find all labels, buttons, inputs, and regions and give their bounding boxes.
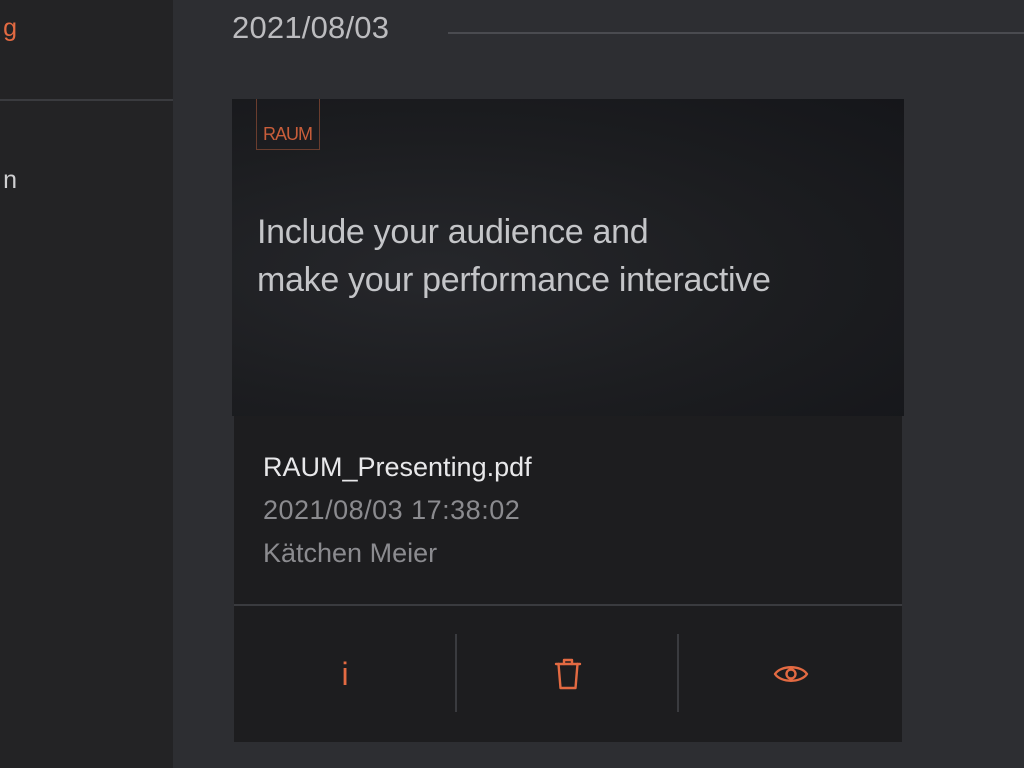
file-card: RAUM Include your audience and make your…: [232, 99, 904, 742]
file-uploader: Kätchen Meier: [263, 538, 438, 568]
thumbnail-text-line-1: Include your audience and: [257, 213, 649, 251]
sidebar-item-label: n: [3, 166, 17, 194]
file-info: RAUM_Presenting.pdf 2021/08/03 17:38:02 …: [234, 416, 902, 604]
raum-logo-text: RAUM: [263, 124, 313, 144]
delete-button[interactable]: [457, 606, 678, 742]
file-actions: i: [234, 606, 902, 742]
preview-button[interactable]: [679, 606, 902, 742]
sidebar-divider: [0, 99, 173, 101]
sidebar-item[interactable]: n: [0, 166, 173, 206]
date-group-header: 2021/08/03: [232, 10, 390, 45]
eye-icon: [773, 666, 808, 682]
info-button[interactable]: i: [234, 606, 456, 742]
sidebar-item-label: g: [3, 14, 17, 42]
file-datetime: 2021/08/03 17:38:02: [263, 495, 521, 525]
file-thumbnail[interactable]: RAUM Include your audience and make your…: [232, 99, 904, 416]
sidebar: g n: [0, 0, 173, 768]
info-icon: i: [341, 655, 349, 692]
date-header-rule: [448, 32, 1024, 34]
file-name: RAUM_Presenting.pdf: [263, 452, 532, 482]
thumbnail-text-line-2: make your performance interactive: [257, 261, 771, 299]
raum-logo: RAUM: [256, 99, 320, 150]
sidebar-item-active[interactable]: g: [0, 14, 173, 54]
trash-icon: [554, 658, 581, 690]
